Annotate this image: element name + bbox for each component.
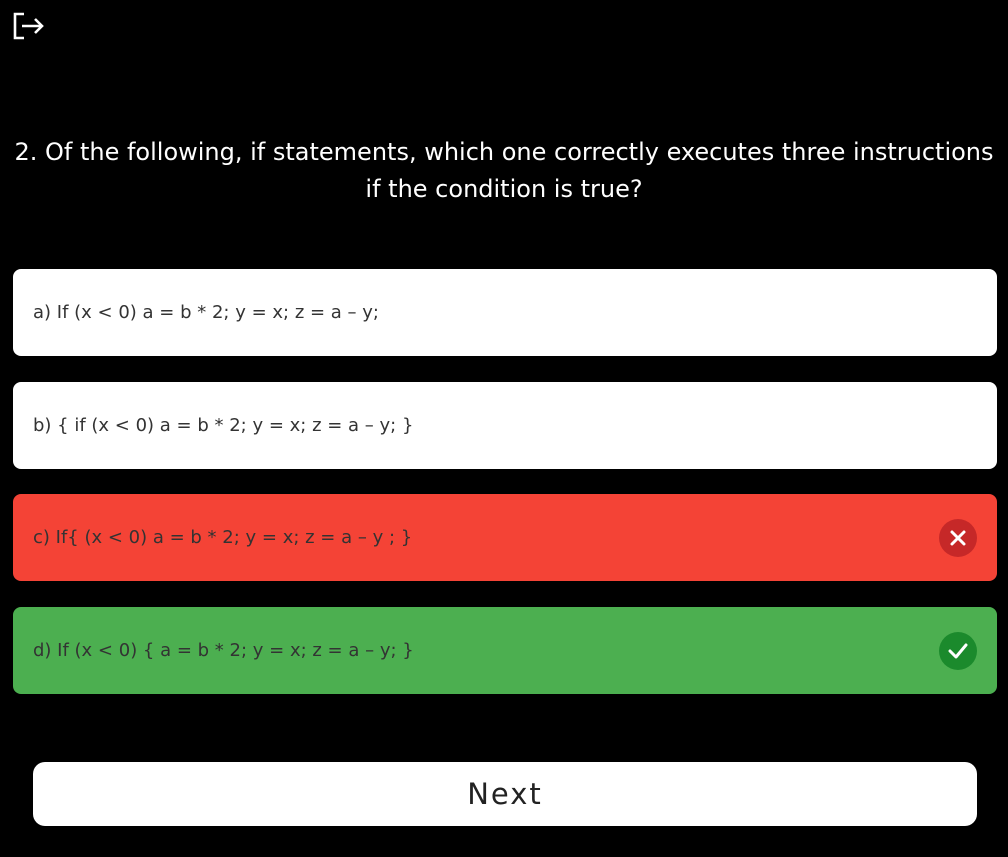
- answer-option-c[interactable]: c) If{ (x < 0) a = b * 2; y = x; z = a –…: [13, 494, 997, 581]
- close-icon: [939, 518, 977, 557]
- answer-option-d[interactable]: d) If (x < 0) { a = b * 2; y = x; z = a …: [13, 607, 997, 694]
- question-text: 2. Of the following, if statements, whic…: [14, 138, 994, 203]
- check-icon: [939, 631, 977, 670]
- answer-option-a[interactable]: a) If (x < 0) a = b * 2; y = x; z = a – …: [13, 269, 997, 356]
- answer-label: a) If (x < 0) a = b * 2; y = x; z = a – …: [33, 302, 379, 323]
- answer-option-b[interactable]: b) { if (x < 0) a = b * 2; y = x; z = a …: [13, 382, 997, 469]
- next-button[interactable]: Next: [33, 762, 977, 826]
- answer-label: c) If{ (x < 0) a = b * 2; y = x; z = a –…: [33, 527, 413, 548]
- answer-label: b) { if (x < 0) a = b * 2; y = x; z = a …: [33, 415, 414, 436]
- exit-button[interactable]: [10, 10, 46, 42]
- next-button-label: Next: [467, 777, 543, 811]
- answer-label: d) If (x < 0) { a = b * 2; y = x; z = a …: [33, 640, 414, 661]
- logout-icon: [11, 11, 45, 41]
